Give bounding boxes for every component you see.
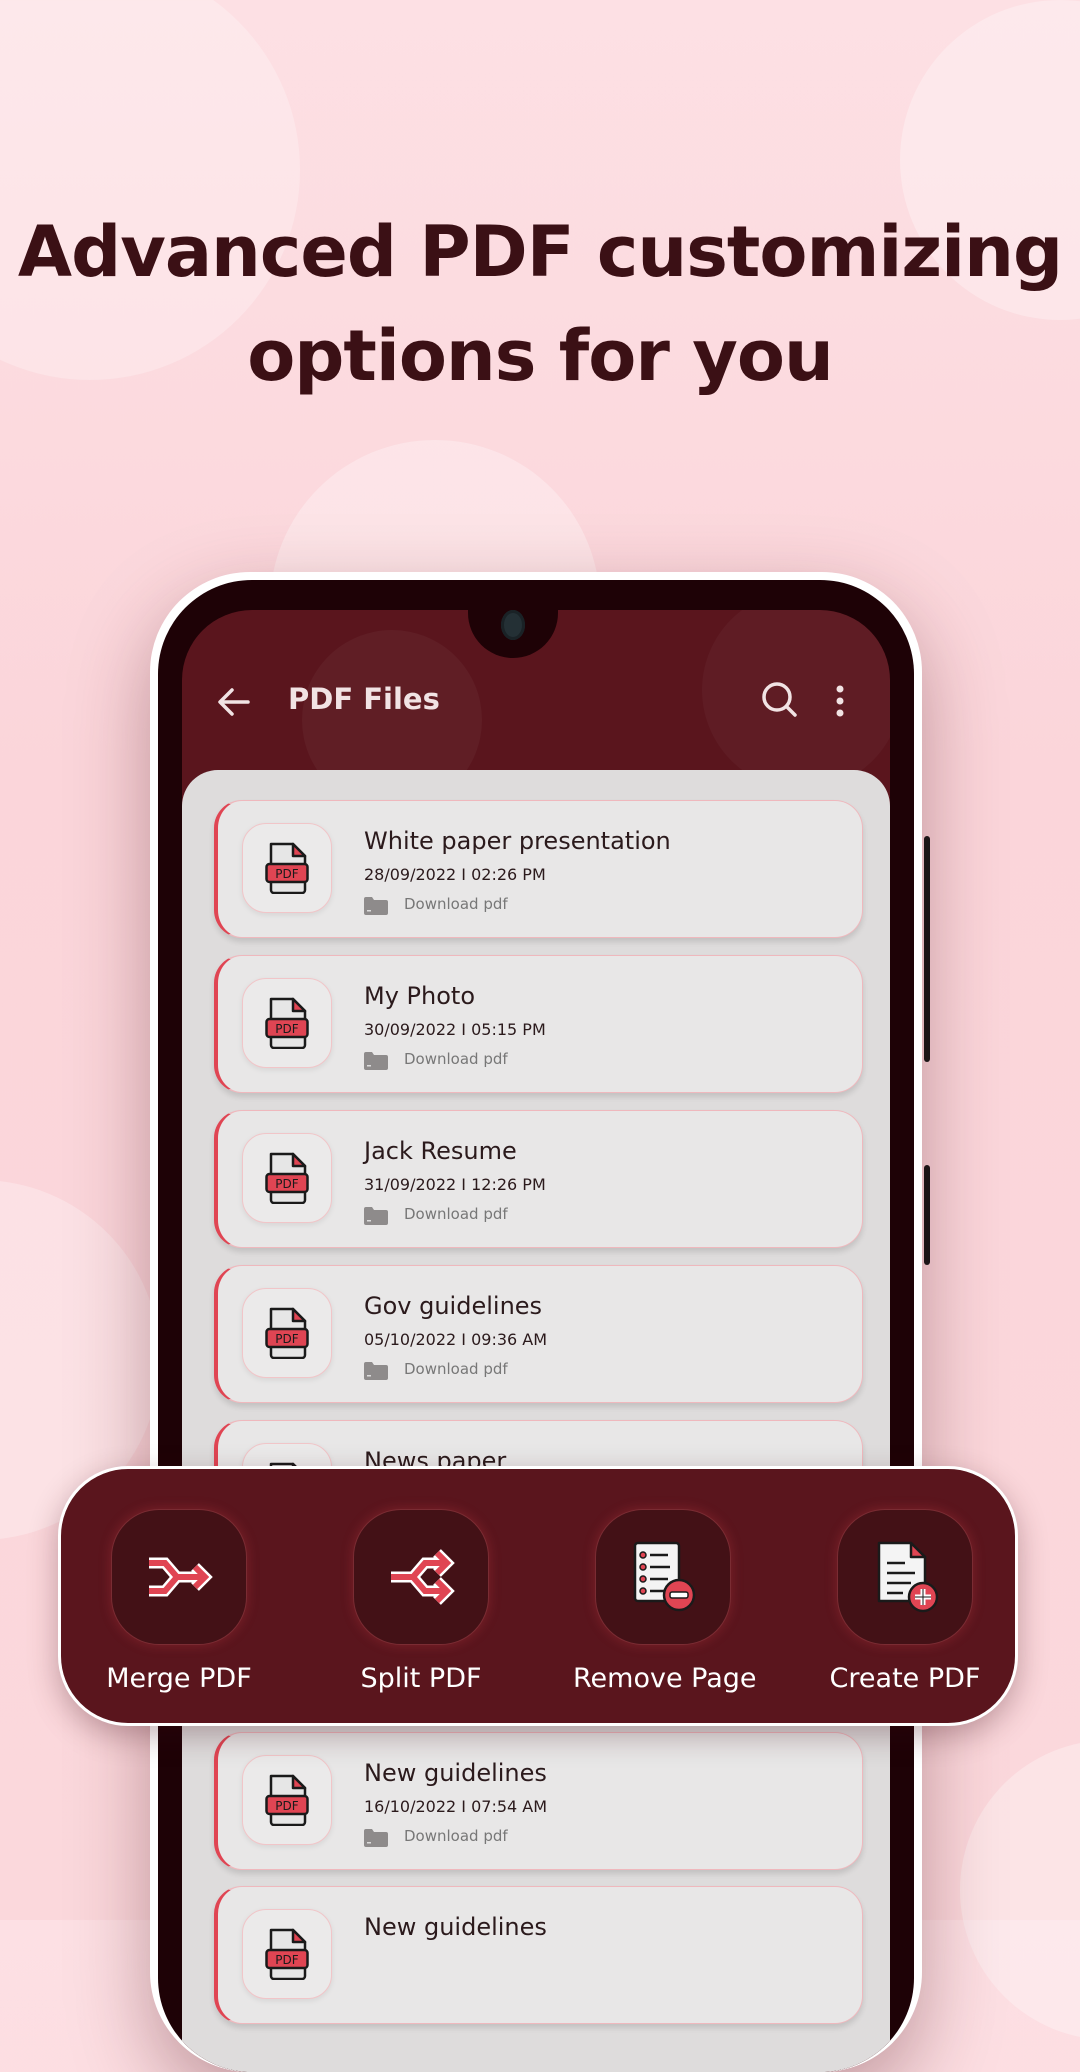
headline-line-1: Advanced PDF customizing: [17, 211, 1063, 293]
arrow-left-icon[interactable]: [212, 680, 256, 724]
file-date: 05/10/2022 I 09:36 AM: [364, 1330, 548, 1349]
pdf-badge-text: PDF: [275, 1022, 298, 1036]
tool-label: Split PDF: [360, 1663, 482, 1694]
pdf-file-icon: PDF: [242, 1288, 332, 1378]
file-name: White paper presentation: [364, 827, 671, 855]
search-icon[interactable]: [758, 678, 802, 722]
split-pdf-button[interactable]: Split PDF: [331, 1509, 511, 1694]
file-list-item[interactable]: PDF Jack Resume 31/09/2022 I 12:26 PM Downl…: [214, 1110, 863, 1248]
file-list-item[interactable]: PDF My Photo 30/09/2022 I 05:15 PM Download…: [214, 955, 863, 1093]
pdf-file-icon: PDF: [242, 1755, 332, 1845]
background-shape: [960, 1740, 1080, 2040]
headline: Advanced PDF customizing options for you: [0, 200, 1080, 408]
file-location-text: Download pdf: [404, 895, 508, 913]
file-list: PDF White paper presentation 28/09/2022 I …: [182, 770, 890, 2072]
more-vertical-icon[interactable]: [830, 680, 850, 724]
create-pdf-icon: [877, 1541, 939, 1613]
file-date: 30/09/2022 I 05:15 PM: [364, 1020, 546, 1039]
pdf-file-icon: PDF: [242, 1133, 332, 1223]
tool-label: Create PDF: [829, 1663, 981, 1694]
tools-panel: Merge PDF Split PDF Remove Page Create P…: [58, 1466, 1018, 1726]
file-name: Jack Resume: [364, 1137, 517, 1165]
file-name: New guidelines: [364, 1913, 547, 1941]
merge-pdf-button[interactable]: Merge PDF: [89, 1509, 269, 1694]
pdf-file-icon: PDF: [242, 978, 332, 1068]
file-date: 28/09/2022 I 02:26 PM: [364, 865, 546, 884]
folder-icon: [364, 1829, 388, 1847]
phone-side-button: [924, 836, 930, 1062]
file-list-item[interactable]: PDF New guidelines 16/10/2022 I 07:54 AM Do…: [214, 1732, 863, 1870]
page-title: PDF Files: [288, 682, 440, 716]
pdf-badge-text: PDF: [275, 1799, 298, 1813]
file-location-text: Download pdf: [404, 1050, 508, 1068]
pdf-badge-text: PDF: [275, 1332, 298, 1346]
file-name: Gov guidelines: [364, 1292, 543, 1320]
remove-page-button[interactable]: Remove Page: [573, 1509, 757, 1694]
pdf-badge-text: PDF: [275, 1177, 298, 1191]
file-date: 31/09/2022 I 12:26 PM: [364, 1175, 546, 1194]
folder-icon: [364, 1207, 388, 1225]
pdf-badge-text: PDF: [275, 1953, 298, 1967]
file-location-text: Download pdf: [404, 1360, 508, 1378]
folder-icon: [364, 897, 388, 915]
pdf-file-icon: PDF: [242, 1909, 332, 1999]
headline-line-2: options for you: [247, 315, 834, 397]
file-name: New guidelines: [364, 1759, 547, 1787]
folder-icon: [364, 1052, 388, 1070]
phone-side-button: [924, 1165, 930, 1265]
file-list-item[interactable]: PDF New guidelines: [214, 1886, 863, 2024]
app-bar: PDF Files: [182, 670, 890, 750]
merge-icon: [149, 1557, 213, 1597]
camera-icon: [501, 610, 525, 640]
file-list-item[interactable]: PDF Gov guidelines 05/10/2022 I 09:36 AM Do…: [214, 1265, 863, 1403]
app-screen: PDF Files PDF White paper presentation 28/…: [182, 610, 890, 2072]
file-list-item[interactable]: PDF White paper presentation 28/09/2022 I …: [214, 800, 863, 938]
file-location-text: Download pdf: [404, 1205, 508, 1223]
file-location-text: Download pdf: [404, 1827, 508, 1845]
file-name: My Photo: [364, 982, 475, 1010]
create-pdf-button[interactable]: Create PDF: [815, 1509, 995, 1694]
tool-label: Remove Page: [573, 1663, 757, 1694]
pdf-file-icon: PDF: [242, 823, 332, 913]
folder-icon: [364, 1362, 388, 1380]
pdf-badge-text: PDF: [275, 867, 298, 881]
file-date: 16/10/2022 I 07:54 AM: [364, 1797, 548, 1816]
tool-label: Merge PDF: [106, 1663, 252, 1694]
phone-frame: PDF Files PDF White paper presentation 28/…: [150, 572, 922, 2072]
split-icon: [391, 1549, 455, 1605]
remove-page-icon: [633, 1541, 696, 1612]
